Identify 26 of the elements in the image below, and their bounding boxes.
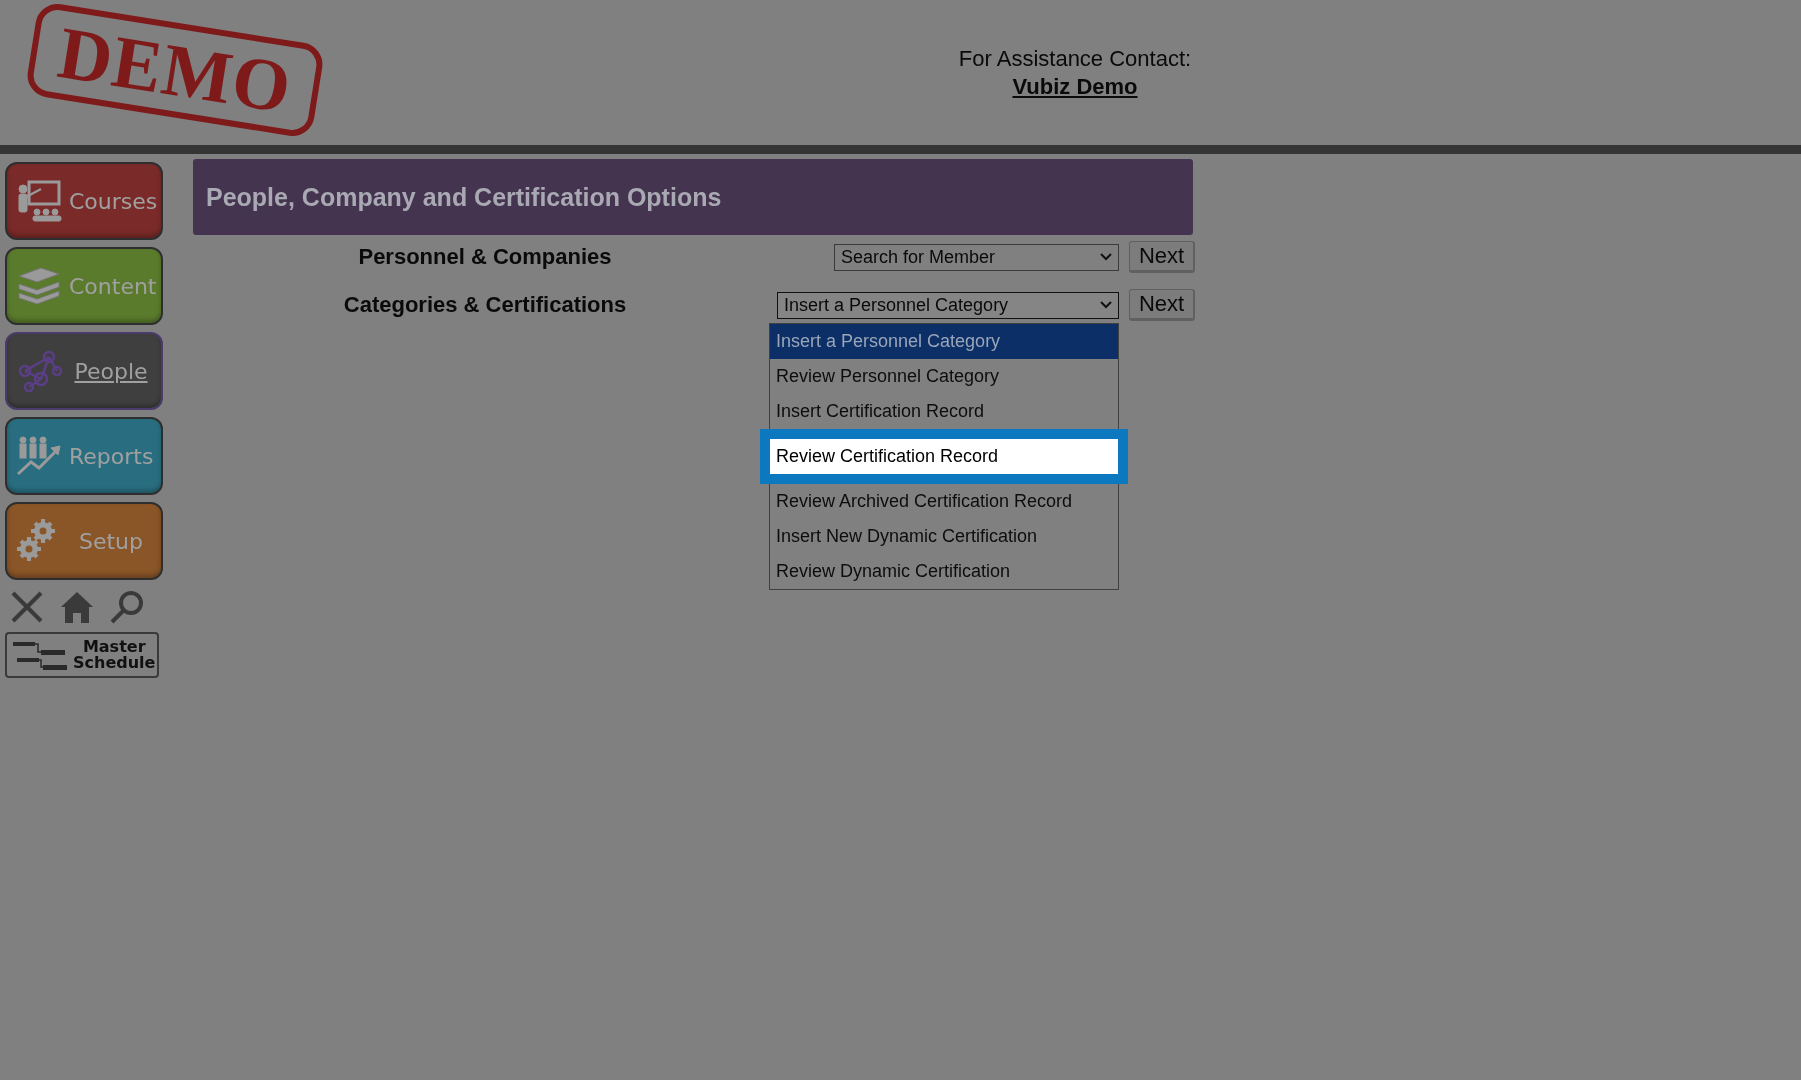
home-icon[interactable]: [59, 589, 95, 625]
chevron-down-icon: [1100, 301, 1112, 309]
nav-button[interactable]: People: [5, 332, 163, 410]
books-icon: [15, 264, 63, 308]
chevron-down-icon: [1100, 253, 1112, 261]
master-schedule-button[interactable]: Master Schedule: [5, 632, 159, 678]
dropdown-option[interactable]: Review Personnel Category: [770, 358, 1118, 394]
dropdown-option[interactable]: Review Dynamic Certification: [770, 553, 1118, 589]
dropdown-option[interactable]: Insert Certification Record: [770, 393, 1118, 429]
page-title: People, Company and Certification Options: [206, 182, 722, 212]
next-button[interactable]: Next: [1129, 289, 1195, 321]
contact-link[interactable]: Vubiz Demo: [1012, 74, 1138, 100]
dropdown[interactable]: Insert a Personnel Category: [777, 291, 1119, 319]
section-label: Personnel & Companies: [357, 244, 613, 270]
next-button[interactable]: Next: [1129, 241, 1195, 273]
nav-button[interactable]: Courses: [5, 162, 163, 240]
dropdown-option[interactable]: Insert New Dynamic Certification: [770, 518, 1118, 554]
section-label: Categories & Certifications: [342, 292, 628, 318]
search-icon[interactable]: [109, 589, 145, 625]
teacher-icon: [15, 179, 63, 223]
dropdown[interactable]: Search for Member: [834, 243, 1119, 271]
assistance-label: For Assistance Contact:: [958, 46, 1192, 72]
dropdown-option[interactable]: Review Archived Certification Record: [770, 483, 1118, 519]
dropdown-option[interactable]: Insert a Personnel Category: [770, 323, 1118, 359]
growth-chart-icon: [15, 434, 63, 478]
close-icon[interactable]: [9, 589, 45, 625]
